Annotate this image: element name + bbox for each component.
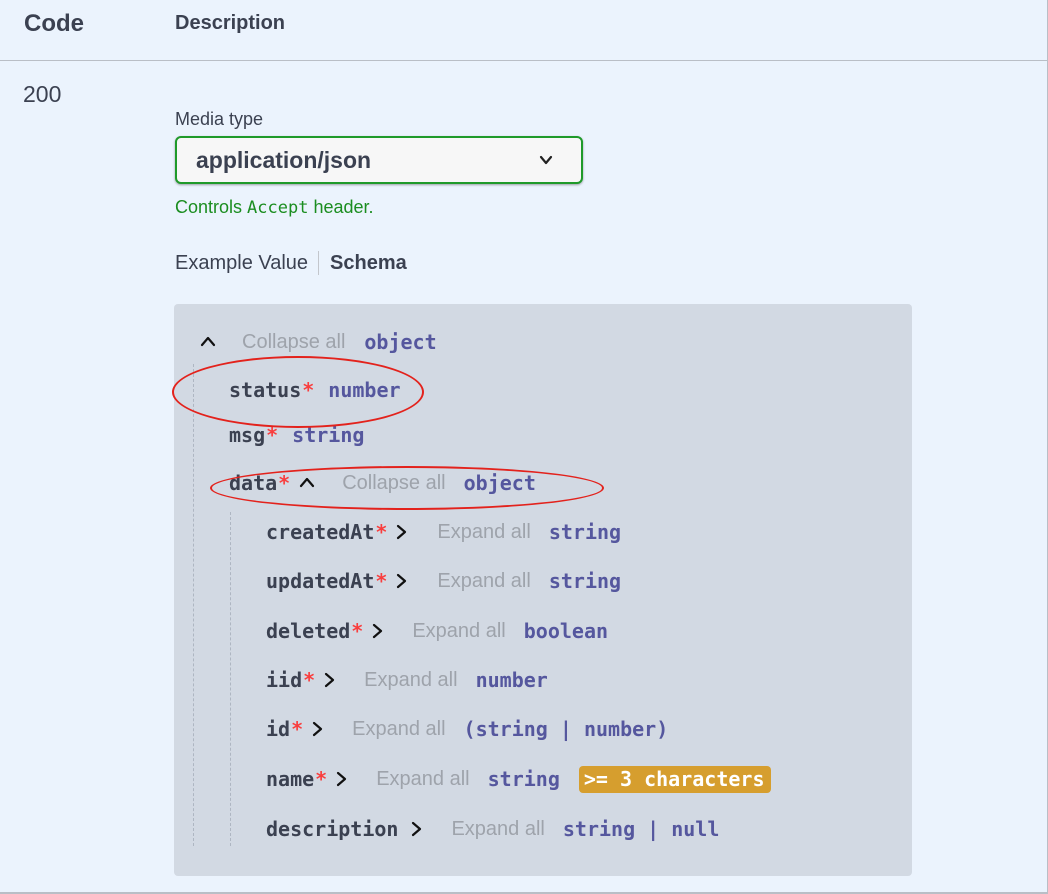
tab-schema[interactable]: Schema bbox=[330, 252, 407, 275]
required-mark: * bbox=[303, 668, 316, 692]
property-name: id bbox=[266, 717, 291, 741]
property-type: number bbox=[328, 378, 401, 402]
property-type: object bbox=[463, 471, 536, 495]
chevron-right-icon[interactable] bbox=[393, 524, 409, 540]
property-name: data bbox=[229, 471, 278, 495]
media-type-label: Media type bbox=[175, 109, 264, 129]
required-mark: * bbox=[278, 471, 291, 495]
expand-all-button[interactable]: Expand all bbox=[376, 768, 469, 791]
schema-property-description: description Expand all string | null bbox=[266, 815, 719, 843]
response-status-code: 200 bbox=[23, 81, 62, 107]
controls-prefix: Controls bbox=[175, 197, 243, 217]
schema-property-msg: msg * string bbox=[229, 421, 364, 449]
property-name: deleted bbox=[266, 619, 351, 643]
schema-property-updatedAt: updatedAt * Expand all string bbox=[266, 567, 621, 595]
controls-accept-note: Controls Accept header. bbox=[175, 197, 374, 218]
chevron-right-icon[interactable] bbox=[369, 623, 385, 639]
expand-all-button[interactable]: Expand all bbox=[364, 669, 457, 692]
required-mark: * bbox=[266, 423, 279, 447]
schema-property-name: name * Expand all string >= 3 characters bbox=[266, 765, 771, 793]
schema-property-status: status * number bbox=[229, 376, 401, 404]
header-divider bbox=[0, 60, 1047, 61]
collapse-all-button[interactable]: Collapse all bbox=[242, 331, 345, 354]
chevron-right-icon[interactable] bbox=[321, 672, 337, 688]
schema-property-data: data * Collapse all object bbox=[229, 469, 536, 497]
column-header-description: Description bbox=[175, 12, 286, 34]
property-type: string | null bbox=[562, 817, 720, 841]
expand-all-button[interactable]: Expand all bbox=[412, 620, 505, 643]
property-name: updatedAt bbox=[266, 569, 375, 593]
chevron-down-icon bbox=[539, 155, 553, 165]
model-tabs: Example Value Schema bbox=[175, 251, 407, 275]
schema-root-row: Collapse all object bbox=[200, 328, 437, 356]
required-mark: * bbox=[375, 569, 388, 593]
chevron-right-icon[interactable] bbox=[408, 821, 424, 837]
chevron-right-icon[interactable] bbox=[333, 771, 349, 787]
required-mark: * bbox=[302, 378, 315, 402]
property-type: (string | number) bbox=[463, 717, 669, 741]
property-name: description bbox=[266, 817, 399, 841]
expand-all-button[interactable]: Expand all bbox=[437, 521, 530, 544]
tree-guide-data bbox=[230, 512, 231, 846]
required-mark: * bbox=[291, 717, 304, 741]
tab-divider bbox=[318, 251, 320, 275]
property-name: msg bbox=[229, 423, 266, 447]
chevron-up-icon[interactable] bbox=[299, 475, 315, 491]
property-name: status bbox=[229, 378, 302, 402]
property-type: string bbox=[548, 520, 622, 544]
property-name: createdAt bbox=[266, 520, 375, 544]
schema-property-iid: iid * Expand all number bbox=[266, 666, 548, 694]
media-type-select[interactable]: application/json bbox=[175, 136, 583, 184]
chevron-right-icon[interactable] bbox=[309, 721, 325, 737]
accept-code: Accept bbox=[247, 198, 309, 218]
property-name: name bbox=[266, 767, 315, 791]
chevron-right-icon[interactable] bbox=[393, 573, 409, 589]
required-mark: * bbox=[375, 520, 388, 544]
property-type: string bbox=[487, 767, 560, 791]
constraint-badge: >= 3 characters bbox=[578, 765, 771, 793]
schema-property-id: id * Expand all (string | number) bbox=[266, 715, 668, 743]
column-header-code: Code bbox=[24, 10, 84, 37]
expand-all-button[interactable]: Expand all bbox=[451, 818, 544, 841]
schema-property-createdAt: createdAt * Expand all string bbox=[266, 518, 621, 546]
property-type: number bbox=[475, 668, 548, 692]
expand-all-button[interactable]: Expand all bbox=[437, 570, 530, 593]
property-type: object bbox=[364, 330, 437, 354]
schema-property-deleted: deleted * Expand all boolean bbox=[266, 617, 608, 645]
required-mark: * bbox=[351, 619, 364, 643]
expand-all-button[interactable]: Expand all bbox=[352, 718, 445, 741]
media-type-value: application/json bbox=[196, 146, 372, 173]
chevron-up-icon[interactable] bbox=[200, 334, 216, 350]
property-type: boolean bbox=[523, 619, 609, 643]
schema-model-box: Collapse all object status * number msg * … bbox=[174, 304, 912, 876]
controls-suffix: header. bbox=[313, 197, 374, 217]
tree-guide-root bbox=[193, 364, 194, 846]
collapse-all-button[interactable]: Collapse all bbox=[342, 472, 445, 495]
tab-example-value[interactable]: Example Value bbox=[175, 252, 308, 275]
property-type: string bbox=[548, 569, 622, 593]
property-name: iid bbox=[266, 668, 303, 692]
property-type: string bbox=[292, 423, 365, 447]
required-mark: * bbox=[315, 767, 328, 791]
